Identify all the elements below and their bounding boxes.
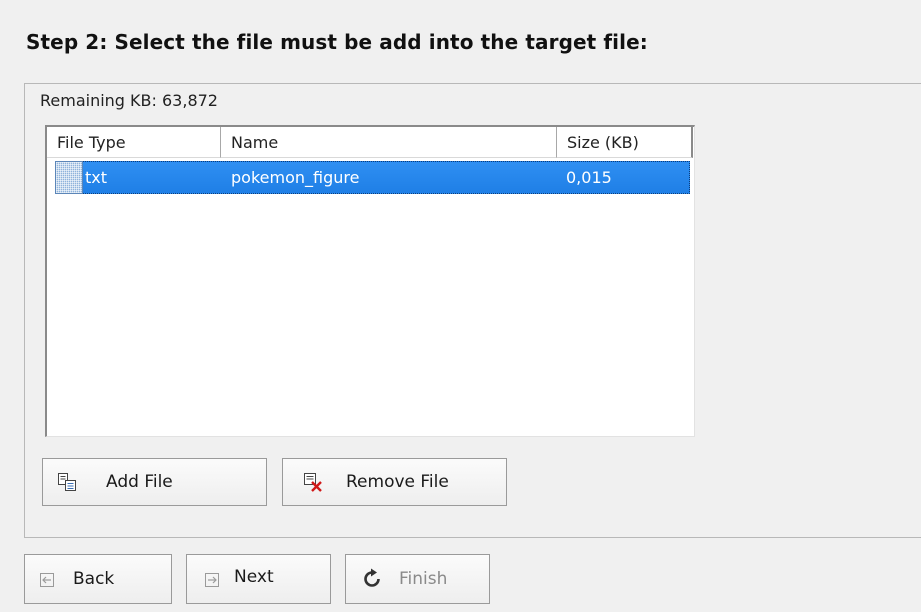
remaining-kb-label: Remaining KB: 63,872 [40,91,218,110]
add-file-label: Add File [106,472,173,492]
list-header: File Type Name Size (KB) [47,127,694,159]
file-size-cell: 0,015 [566,168,612,187]
next-button[interactable]: Next [186,554,331,604]
file-type-cell: txt [85,168,108,187]
file-type-icon [55,161,83,194]
add-file-button[interactable]: Add File [42,458,267,506]
back-label: Back [73,569,115,589]
remove-file-icon [303,472,323,492]
step-title: Step 2: Select the file must be add into… [26,30,648,54]
back-button[interactable]: Back [24,554,172,604]
finish-label: Finish [399,569,448,589]
column-header-file-type[interactable]: File Type [47,127,221,158]
remove-file-button[interactable]: Remove File [282,458,507,506]
file-name-cell: pokemon_figure [231,168,360,187]
file-list-view[interactable]: File Type Name Size (KB) txt pokemon_fig… [45,125,695,437]
add-file-icon [57,472,77,492]
finish-refresh-icon [360,567,384,591]
next-label: Next [234,567,274,587]
finish-button[interactable]: Finish [345,554,490,604]
back-arrow-icon [40,572,54,587]
next-arrow-icon [205,572,219,587]
remove-file-label: Remove File [346,472,449,492]
column-header-name[interactable]: Name [221,127,557,158]
wizard-page: Step 2: Select the file must be add into… [0,0,921,612]
column-header-size[interactable]: Size (KB) [557,127,693,158]
